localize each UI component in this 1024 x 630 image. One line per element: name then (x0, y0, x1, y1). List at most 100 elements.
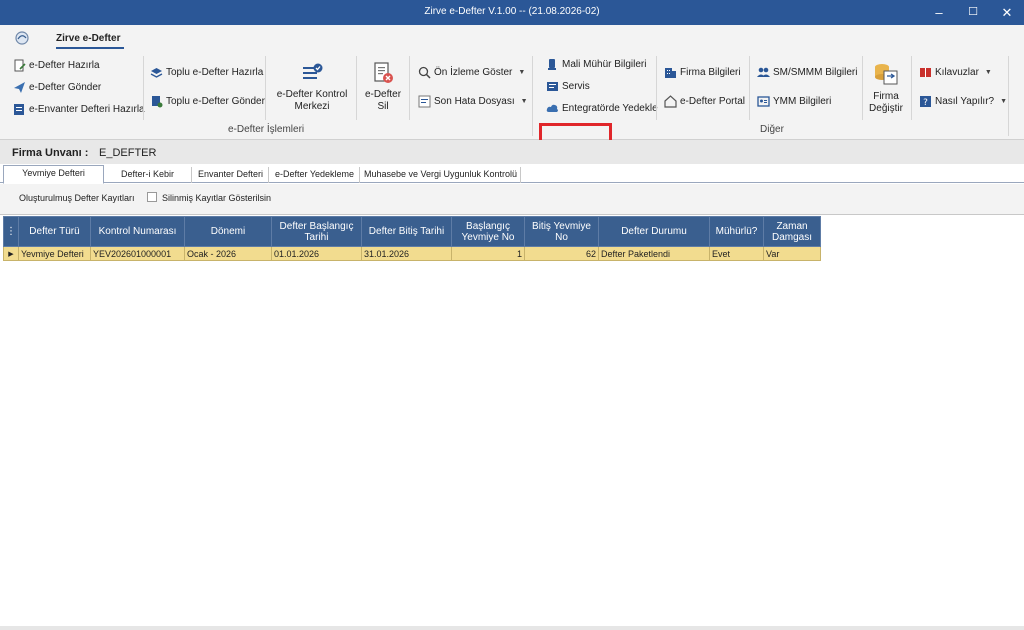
active-tab-indicator (56, 47, 124, 49)
kilavuzlar-dropdown[interactable]: Kılavuzlar ▼ (919, 66, 992, 79)
table-cell[interactable]: 62 (524, 246, 599, 261)
defter-tabs: Yevmiye Defteri Defter-i Kebir Envanter … (0, 165, 1024, 184)
close-button[interactable]: ✕ (990, 0, 1024, 25)
edefter-sil-label-1: e-Defter (364, 89, 402, 100)
app-menu-icon[interactable] (14, 30, 30, 46)
silinmis-kayitlar-checkbox[interactable] (147, 192, 157, 202)
group-label-diger: Diğer (760, 124, 784, 135)
defter-grid-area: ⋮ Defter Türü Kontrol Numarası Dönemi De… (0, 214, 1024, 626)
group-separator (532, 56, 533, 136)
firma-bar: Firma Unvanı : E_DEFTER (0, 140, 1024, 164)
document-delete-icon (374, 62, 393, 83)
silinmis-kayitlar-label[interactable]: Silinmiş Kayıtlar Gösterilsin (162, 193, 271, 203)
firma-degistir-button[interactable]: Firma Değiştir (865, 61, 907, 115)
status-strip (0, 626, 1024, 630)
table-cell[interactable]: 31.01.2026 (361, 246, 452, 261)
son-hata-label: Son Hata Dosyası (434, 96, 515, 107)
separator (356, 56, 357, 120)
options-row: Oluşturulmuş Defter Kayıtları Silinmiş K… (0, 184, 1024, 214)
maximize-button[interactable]: ☐ (956, 0, 990, 25)
title-bar: Zirve e-Defter V.1.00 -- (21.08.2026-02)… (0, 0, 1024, 25)
kontrol-merkezi-label-1: e-Defter Kontrol (276, 89, 348, 100)
smmm-bilgileri-button[interactable]: SM/SMMM Bilgileri (757, 66, 857, 79)
firma-bilgileri-label: Firma Bilgileri (680, 67, 741, 78)
svg-text:?: ? (923, 98, 928, 108)
chevron-down-icon: ▼ (520, 98, 528, 105)
edefter-gonder-button[interactable]: e-Defter Gönder (13, 81, 101, 94)
chevron-down-icon: ▼ (518, 69, 526, 76)
column-header[interactable]: Defter Bitiş Tarihi (361, 216, 452, 247)
edefter-portal-button[interactable]: e-Defter Portal (664, 95, 745, 108)
table-cell[interactable]: Defter Paketlendi (598, 246, 710, 261)
log-file-icon (418, 95, 431, 108)
tab-uygunluk-kontrolu[interactable]: Muhasebe ve Vergi Uygunluk Kontrolü (361, 167, 521, 183)
ymm-bilgileri-button[interactable]: YMM Bilgileri (757, 95, 831, 108)
tab-zirve-edefter[interactable]: Zirve e-Defter (56, 33, 120, 44)
edefter-sil-label-2: Sil (377, 101, 389, 112)
edefter-hazirla-button[interactable]: e-Defter Hazırla (13, 59, 100, 72)
separator (265, 56, 266, 120)
ribbon-tab-bar: Zirve e-Defter (0, 25, 1024, 51)
separator (409, 56, 410, 120)
tab-edefter-yedekleme[interactable]: e-Defter Yedekleme (270, 167, 360, 183)
edefter-portal-label: e-Defter Portal (680, 96, 746, 107)
send-icon (14, 82, 25, 93)
minimize-button[interactable]: ‒ (922, 0, 956, 25)
entegrator-yedekle-button[interactable]: Entegratörde Yedekle (546, 102, 658, 115)
preview-icon (418, 66, 431, 79)
toplu-hazirla-button[interactable]: Toplu e-Defter Hazırla (150, 66, 263, 79)
column-header[interactable]: Defter Türü (18, 216, 91, 247)
kilavuzlar-label: Kılavuzlar (935, 67, 979, 78)
edefter-hazirla-label: e-Defter Hazırla (29, 60, 100, 71)
son-hata-dropdown[interactable]: Son Hata Dosyası ▼ (418, 95, 528, 108)
column-header[interactable]: Bitiş Yevmiye No (524, 216, 599, 247)
tab-defteri-kebir[interactable]: Defter-i Kebir (104, 167, 192, 183)
kontrol-merkezi-button[interactable]: e-Defter Kontrol Merkezi (272, 61, 352, 113)
column-header[interactable]: Mühürlü? (709, 216, 764, 247)
column-header[interactable]: Zaman Damgası (763, 216, 821, 247)
column-header[interactable]: Kontrol Numarası (90, 216, 185, 247)
tab-envanter-defteri[interactable]: Envanter Defteri (193, 167, 269, 183)
table-cell[interactable]: 01.01.2026 (271, 246, 362, 261)
edefter-sil-button[interactable]: e-Defter Sil (361, 61, 405, 113)
defter-grid: ⋮ Defter Türü Kontrol Numarası Dönemi De… (3, 216, 821, 261)
help-icon: ? (920, 96, 931, 108)
building-icon (665, 68, 676, 78)
firma-unvani-label: Firma Unvanı : (12, 147, 89, 159)
document-edit-icon (14, 59, 26, 72)
table-cell[interactable]: Ocak - 2026 (184, 246, 272, 261)
kontrol-merkezi-label-2: Merkezi (294, 101, 330, 112)
table-cell[interactable]: Evet (709, 246, 764, 261)
column-header[interactable]: Başlangıç Yevmiye No (451, 216, 525, 247)
envanter-hazirla-button[interactable]: e-Envanter Defteri Hazırla (13, 103, 145, 116)
document-stack-icon (152, 96, 163, 108)
servis-button[interactable]: Servis (546, 80, 590, 93)
table-cell[interactable]: 1 (451, 246, 525, 261)
inventory-icon (14, 104, 24, 115)
on-izleme-label: Ön İzleme Göster (434, 67, 513, 78)
grid-header-row: ⋮ Defter Türü Kontrol Numarası Dönemi De… (3, 216, 821, 247)
table-cell[interactable]: Yevmiye Defteri (18, 246, 91, 261)
row-indicator-header[interactable]: ⋮ (3, 216, 19, 247)
chevron-down-icon: ▼ (984, 69, 992, 76)
column-header[interactable]: Defter Başlangıç Tarihi (271, 216, 362, 247)
firma-bilgileri-button[interactable]: Firma Bilgileri (664, 66, 741, 79)
edefter-gonder-label: e-Defter Gönder (29, 82, 102, 93)
tab-yevmiye-defteri[interactable]: Yevmiye Defteri (3, 165, 104, 184)
separator (143, 56, 144, 120)
nasil-yapilir-dropdown[interactable]: ? Nasıl Yapılır? ▼ (919, 95, 1007, 108)
separator (749, 56, 750, 120)
mali-muhur-button[interactable]: Mali Mühür Bilgileri (546, 58, 646, 71)
table-cell[interactable]: YEV202601000001 (90, 246, 185, 261)
separator (911, 56, 912, 120)
home-icon (664, 95, 677, 108)
table-row[interactable]: ▶ Yevmiye Defteri YEV202601000001 Ocak -… (3, 246, 821, 261)
column-header[interactable]: Dönemi (184, 216, 272, 247)
separator (656, 56, 657, 120)
toplu-gonder-button[interactable]: Toplu e-Defter Gönder (150, 95, 265, 108)
ribbon: e-Defter Hazırla e-Defter Gönder e-Envan… (0, 51, 1024, 151)
on-izleme-dropdown[interactable]: Ön İzleme Göster ▼ (418, 66, 525, 79)
table-cell[interactable]: Var (763, 246, 821, 261)
column-header[interactable]: Defter Durumu (598, 216, 710, 247)
users-icon (757, 67, 770, 77)
